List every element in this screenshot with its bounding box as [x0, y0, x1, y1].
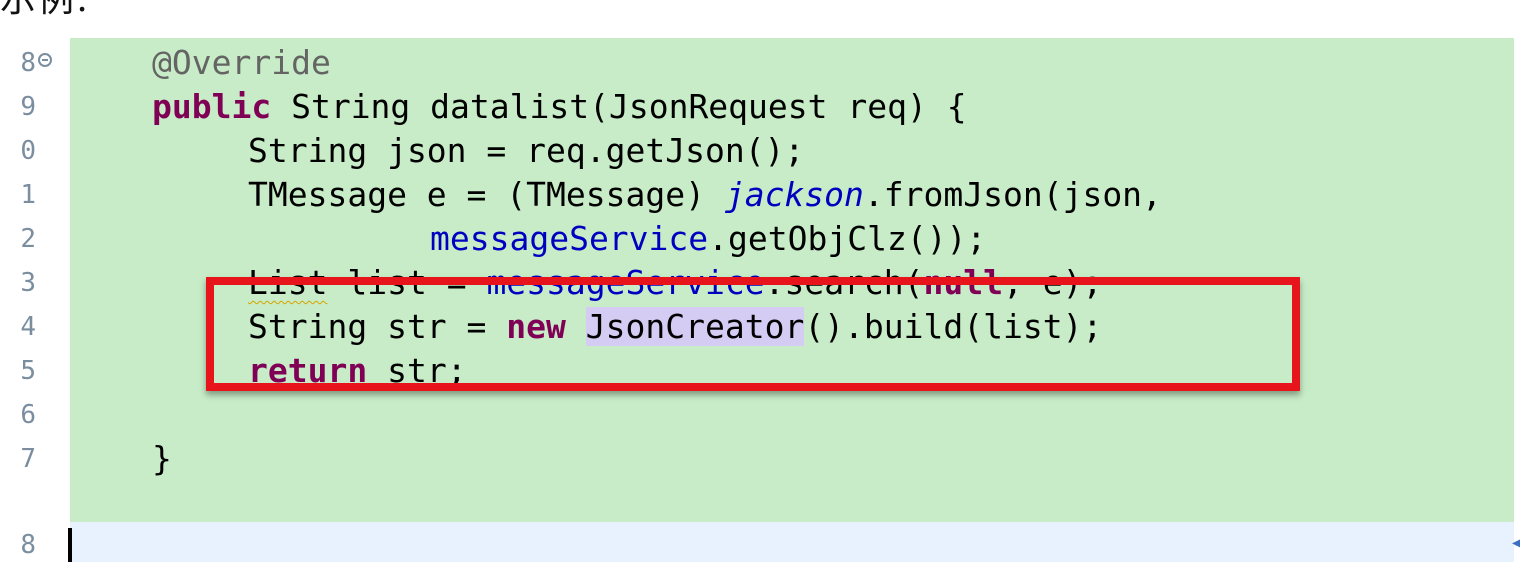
collapse-minus-icon[interactable] — [38, 53, 52, 67]
line-number: 7 — [20, 444, 36, 474]
code-token: String json = req.getJson(); — [248, 131, 805, 170]
scroll-position-icon[interactable]: ◀ — [1512, 536, 1520, 550]
code-line: } — [152, 440, 172, 478]
line-number: 0 — [20, 136, 36, 166]
code-token: @Override — [152, 43, 331, 82]
line-number: 3 — [20, 268, 36, 298]
current-line-highlight — [70, 522, 1514, 562]
line-number: 8 — [20, 530, 36, 560]
code-editor[interactable]: 8 9 0 1 2 3 4 5 6 7 8 @Override public S… — [0, 38, 1520, 568]
code-token: String datalist(JsonRequest req) { — [271, 87, 967, 126]
line-number: 4 — [20, 312, 36, 342]
line-number: 6 — [20, 400, 36, 430]
text-caret — [68, 528, 72, 562]
code-line: messageService.getObjClz()); — [430, 220, 986, 258]
code-token: messageService — [430, 219, 709, 258]
line-number: 1 — [20, 180, 36, 210]
line-number: 9 — [20, 92, 36, 122]
code-token: } — [152, 439, 172, 478]
code-token: jackson — [724, 175, 864, 214]
code-token: TMessage e = (TMessage) — [248, 175, 725, 214]
code-line: public String datalist(JsonRequest req) … — [152, 88, 967, 126]
line-number: 2 — [20, 224, 36, 254]
line-number: 5 — [20, 356, 36, 386]
line-number-gutter: 8 9 0 1 2 3 4 5 6 7 8 — [0, 38, 70, 568]
code-token: public — [152, 87, 272, 126]
code-line: @Override — [152, 44, 331, 82]
red-highlight-box — [206, 277, 1300, 391]
code-line: TMessage e = (TMessage) jackson.fromJson… — [248, 176, 1162, 214]
code-token: .getObjClz()); — [708, 219, 987, 258]
code-token: .fromJson(json, — [863, 175, 1162, 214]
line-number: 8 — [20, 48, 36, 78]
caption-text: 示例: — [0, 0, 90, 20]
code-line: String json = req.getJson(); — [248, 132, 804, 170]
